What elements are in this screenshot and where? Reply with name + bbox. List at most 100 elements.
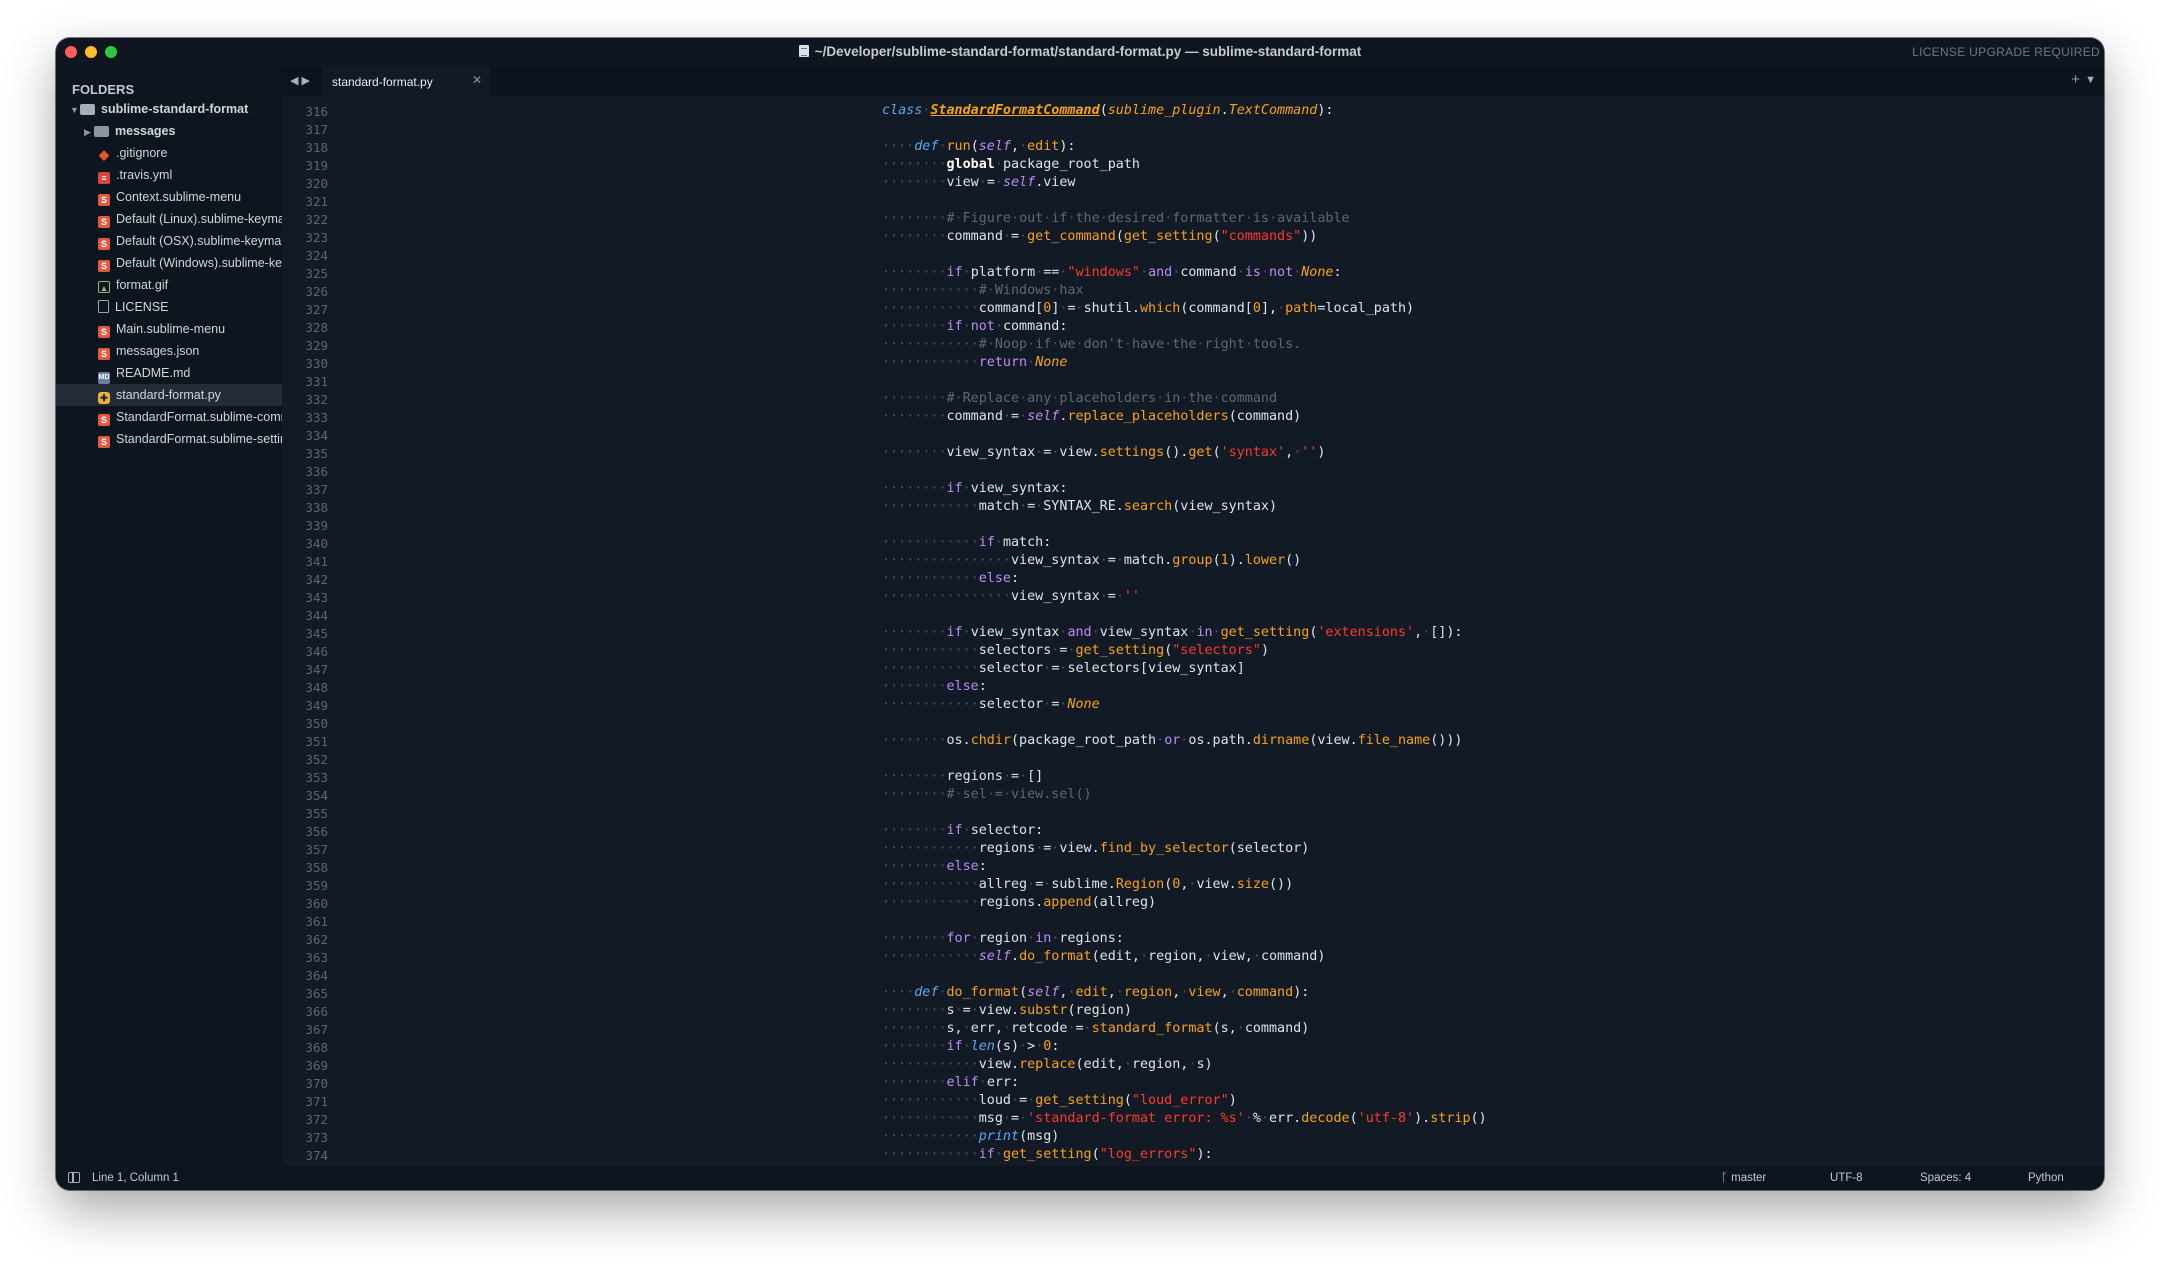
code-line[interactable]: ········if·len(s)·>·0: [882, 1039, 1059, 1054]
tree-file[interactable]: S StandardFormat.sublime-commands [56, 406, 282, 428]
code-line[interactable]: ············view.replace(edit,·region,·s… [882, 1057, 1213, 1072]
line-number: 330 [305, 356, 328, 371]
code-line[interactable]: ········s·=·view.substr(region) [882, 1003, 1132, 1018]
line-number: 372 [305, 1112, 328, 1127]
line-number: 359 [305, 878, 328, 893]
tree-file[interactable]: S Default (Windows).sublime-keymap [56, 252, 282, 274]
code-line[interactable]: ············match·=·SYNTAX_RE.search(vie… [882, 499, 1277, 514]
tree-file[interactable]: ✚ standard-format.py [56, 384, 282, 406]
tree-file[interactable]: MD README.md [56, 362, 282, 384]
tree-item-label: .travis.yml [116, 168, 173, 182]
new-tab-icon[interactable]: + [2071, 71, 2080, 88]
code-line[interactable]: ········#·Replace·any·placeholders·in·th… [882, 391, 1277, 406]
code-line[interactable]: ············selector·=·None [882, 697, 1100, 712]
line-number: 337 [305, 482, 328, 497]
code-line[interactable]: ············command[0]·=·shutil.which(co… [882, 301, 1414, 316]
tree-item-label: LICENSE [115, 300, 169, 314]
code-line[interactable]: ········else: [882, 679, 987, 694]
tree-file[interactable]: ◆ .gitignore [56, 142, 282, 164]
code-line[interactable]: ····def·run(self,·edit): [882, 139, 1076, 154]
code-line[interactable]: ········#·Figure·out·if·the·desired·form… [882, 211, 1350, 226]
line-number: 354 [305, 788, 328, 803]
code-line[interactable]: ············msg·=·'standard-format error… [882, 1111, 1487, 1126]
line-number: 360 [305, 896, 328, 911]
code-line[interactable]: ············return·None [882, 355, 1067, 370]
tab-nav-arrows-icon[interactable]: ◀▶ [290, 74, 313, 87]
folders-header: FOLDERS [72, 82, 135, 97]
code-line[interactable]: ········else: [882, 859, 987, 874]
line-number: 340 [305, 536, 328, 551]
code-line[interactable]: ············#·Noop·if·we·don't·have·the·… [882, 337, 1301, 352]
code-line[interactable]: ········if·platform·==·"windows"·and·com… [882, 265, 1342, 280]
code-line[interactable]: ········regions·=·[] [882, 769, 1043, 784]
code-line[interactable]: ············print(msg) [882, 1129, 1059, 1144]
code-line[interactable]: ········view_syntax·=·view.settings().ge… [882, 445, 1325, 460]
code-line[interactable]: ············loud·=·get_setting("loud_err… [882, 1093, 1237, 1108]
code-line[interactable]: ············if·get_setting("log_errors")… [882, 1147, 1213, 1162]
code-line[interactable]: ········os.chdir(package_root_path·or·os… [882, 733, 1463, 748]
code-line[interactable]: ············regions.append(allreg) [882, 895, 1156, 910]
code-line[interactable]: ········if·view_syntax: [882, 481, 1067, 496]
tree-file[interactable]: S Default (Linux).sublime-keymap [56, 208, 282, 230]
code-line[interactable]: ········if·not·command: [882, 319, 1067, 334]
indentation[interactable]: Spaces: 4 [1920, 1172, 1971, 1184]
tab-label: standard-format.py [332, 75, 433, 89]
code-editor[interactable]: 316 317 318 319 320 321 322 323 324 325 326 327 328 3… [282, 96, 2104, 1166]
tree-file[interactable]: LICENSE [56, 296, 282, 318]
line-number: 371 [305, 1094, 328, 1109]
code-line[interactable]: ············self.do_format(edit,·region,… [882, 949, 1325, 964]
code-line[interactable]: ········view·=·self.view [882, 175, 1076, 190]
tree-file[interactable]: S Default (OSX).sublime-keymap [56, 230, 282, 252]
code-line[interactable]: ········s,·err,·retcode·=·standard_forma… [882, 1021, 1309, 1036]
line-number: 361 [305, 914, 328, 929]
syntax-mode[interactable]: Python [2028, 1172, 2064, 1184]
git-branch[interactable]: ᚴ master [1721, 1172, 1766, 1184]
line-number: 335 [305, 446, 328, 461]
code-line[interactable]: ········command·=·get_command(get_settin… [882, 229, 1317, 244]
code-line[interactable]: ········for·region·in·regions: [882, 931, 1124, 946]
cursor-position[interactable]: Line 1, Column 1 [92, 1172, 179, 1184]
line-number: 355 [305, 806, 328, 821]
tree-file[interactable]: ▴ format.gif [56, 274, 282, 296]
code-line[interactable]: ········elif·err: [882, 1075, 1019, 1090]
tree-item-label: Default (Linux).sublime-keymap [116, 212, 282, 226]
code-line[interactable]: ············selectors·=·get_setting("sel… [882, 643, 1269, 658]
code-line[interactable]: ················view_syntax·=·match.grou… [882, 553, 1301, 568]
tab-standard-format[interactable]: standard-format.py ✕ [322, 66, 490, 96]
code-line[interactable]: ············regions·=·view.find_by_selec… [882, 841, 1309, 856]
code-line[interactable]: ····def·do_format(self,·edit,·region,·vi… [882, 985, 1309, 1000]
sublime-icon: S [98, 238, 110, 250]
tree-file[interactable]: S Context.sublime-menu [56, 186, 282, 208]
code-line[interactable]: ················view_syntax·=·'' [882, 589, 1140, 604]
code-line[interactable]: ········if·selector: [882, 823, 1043, 838]
line-number: 320 [305, 176, 328, 191]
tree-root-folder[interactable]: ▼ sublime-standard-format [56, 98, 282, 120]
code-line[interactable]: ········command·=·self.replace_placehold… [882, 409, 1301, 424]
tree-folder[interactable]: ▶ messages [56, 120, 282, 142]
code-line[interactable]: ············else: [882, 571, 1019, 586]
code-line[interactable]: ········global·package_root_path [882, 157, 1140, 172]
line-number: 326 [305, 284, 328, 299]
line-number: 349 [305, 698, 328, 713]
tab-close-icon[interactable]: ✕ [472, 73, 482, 87]
code-line[interactable]: ············allreg·=·sublime.Region(0,·v… [882, 877, 1293, 892]
tree-file[interactable]: Smessages.json [56, 340, 282, 362]
code-line[interactable]: class·StandardFormatCommand(sublime_plug… [882, 103, 1334, 118]
disclosure-open-icon[interactable]: ▼ [70, 99, 80, 120]
tree-file[interactable]: S StandardFormat.sublime-settings [56, 428, 282, 450]
code-line[interactable]: ············selector·=·selectors[view_sy… [882, 661, 1245, 676]
file-encoding[interactable]: UTF-8 [1830, 1172, 1863, 1184]
toggle-sidebar-icon[interactable] [68, 1172, 80, 1183]
license-notice[interactable]: LICENSE UPGRADE REQUIRED [1912, 45, 2100, 59]
code-line[interactable]: ········if·view_syntax·and·view_syntax·i… [882, 625, 1463, 640]
code-line[interactable]: ············#·Windows·hax [882, 283, 1084, 298]
tab-list-icon[interactable]: ▼ [2085, 74, 2096, 86]
disclosure-closed-icon[interactable]: ▶ [84, 121, 94, 142]
code-line[interactable]: ············if·match: [882, 535, 1051, 550]
line-number: 318 [305, 140, 328, 155]
code-line[interactable]: ········#·sel·=·view.sel() [882, 787, 1092, 802]
tree-file[interactable]: ≡ .travis.yml [56, 164, 282, 186]
line-number: 333 [305, 410, 328, 425]
tab-bar: ◀▶ standard-format.py ✕ + ▼ [282, 66, 2104, 96]
tree-file[interactable]: S Main.sublime-menu [56, 318, 282, 340]
